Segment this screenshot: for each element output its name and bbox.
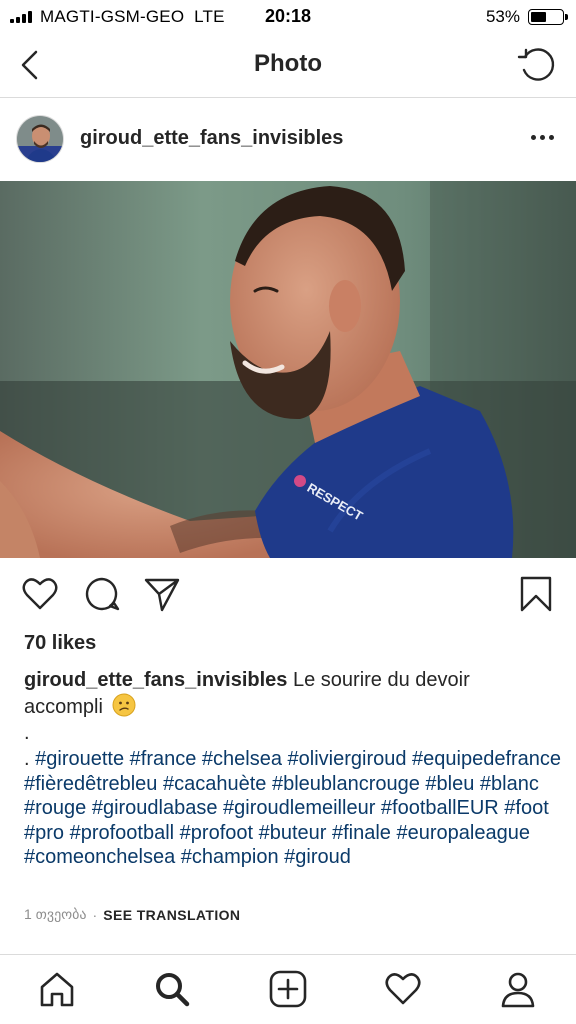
post-caption: giroud_ette_fans_invisibles Le sourire d… — [24, 668, 554, 720]
page-title: Photo — [254, 50, 322, 77]
post-actions — [0, 570, 576, 622]
post-meta: 1 თვეობა · SEE TRANSLATION — [24, 906, 240, 923]
bottom-tab-bar — [0, 954, 576, 1024]
activity-heart-icon[interactable] — [383, 969, 423, 1009]
post-timestamp: 1 თვეობა — [24, 906, 87, 922]
battery-percent: 53% — [485, 7, 520, 26]
avatar[interactable] — [16, 115, 64, 163]
bookmark-icon[interactable] — [516, 574, 556, 614]
search-icon[interactable] — [152, 969, 192, 1009]
meta-separator-dot: · — [92, 906, 98, 923]
home-icon[interactable] — [37, 969, 77, 1009]
heart-icon[interactable] — [20, 574, 60, 614]
hashtag-list[interactable]: #girouette #france #chelsea #oliviergiro… — [24, 748, 561, 868]
comment-icon[interactable] — [82, 574, 122, 614]
status-bar: MAGTI-GSM-GEO LTE 20:18 53% — [0, 0, 576, 34]
likes-count[interactable]: 70 likes — [24, 632, 96, 655]
refresh-icon[interactable] — [516, 44, 556, 84]
caption-separator: . — [24, 722, 30, 744]
hashtag-lead: . — [24, 748, 36, 770]
caption-hashtags: . #girouette #france #chelsea #oliviergi… — [24, 747, 569, 870]
share-icon[interactable] — [142, 574, 182, 614]
post-header: giroud_ette_fans_invisibles — [0, 99, 576, 181]
more-options-icon[interactable] — [531, 135, 554, 140]
nav-header: Photo — [0, 34, 576, 98]
confused-face-emoji-icon — [112, 693, 136, 717]
post-photo[interactable]: RESPECT — [0, 181, 576, 558]
post-username[interactable]: giroud_ette_fans_invisibles — [80, 127, 343, 150]
caption-username[interactable]: giroud_ette_fans_invisibles — [24, 669, 287, 691]
battery-icon — [528, 9, 568, 25]
profile-icon[interactable] — [498, 969, 538, 1009]
add-icon[interactable] — [268, 969, 308, 1009]
see-translation-link[interactable]: SEE TRANSLATION — [103, 907, 240, 923]
